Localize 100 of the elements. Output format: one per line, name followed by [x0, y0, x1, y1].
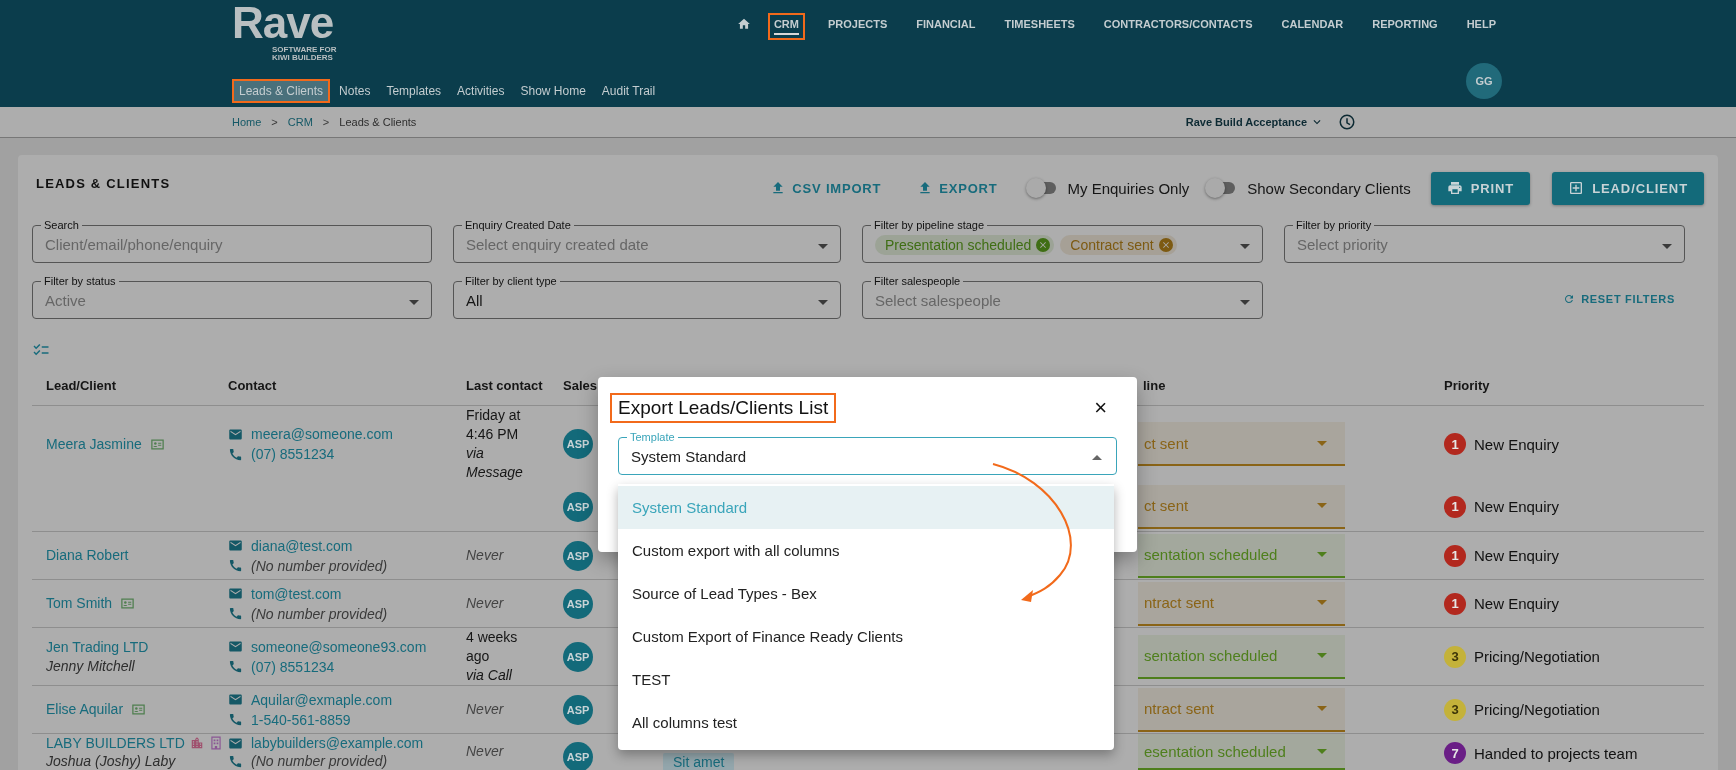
- contact-method: via Call: [466, 666, 513, 685]
- pipeline-select[interactable]: esentation scheduled: [1138, 734, 1345, 770]
- phone-icon: [228, 606, 243, 621]
- phone-link[interactable]: (07) 8551234: [251, 656, 335, 677]
- phone-text: (No number provided): [251, 604, 388, 624]
- lead-name-link[interactable]: Jen Trading LTD: [46, 637, 149, 657]
- dropdown-input[interactable]: Select priority: [1297, 236, 1656, 253]
- nav-link[interactable]: REPORTING: [1366, 13, 1444, 35]
- template-dropdown[interactable]: Template System Standard: [618, 431, 1117, 475]
- breadcrumb-separator: >: [322, 116, 330, 128]
- toggle-switch[interactable]: [1205, 180, 1236, 196]
- lead-name-link[interactable]: Tom Smith: [46, 594, 113, 613]
- sub-tab[interactable]: Notes: [332, 79, 378, 103]
- reset-filters-link[interactable]: RESET FILTERS: [1553, 289, 1685, 309]
- dropdown-option[interactable]: All columns test: [618, 701, 1114, 744]
- breadcrumb-link[interactable]: CRM: [287, 116, 313, 128]
- dropdown-input[interactable]: All: [466, 292, 812, 309]
- column-header: Sales: [563, 378, 597, 393]
- breadcrumb-link[interactable]: Home: [232, 116, 262, 128]
- envelope-icon: [228, 586, 243, 601]
- filter-chip[interactable]: Contract sent: [1060, 234, 1177, 255]
- email-link[interactable]: Aquilar@exmaple.com: [251, 689, 393, 710]
- logo-tagline: SOFTWARE FOR KIWI BUILDERS: [272, 46, 337, 62]
- chip-remove-icon[interactable]: [1036, 237, 1051, 252]
- dropdown-input[interactable]: Select enquiry created date: [466, 236, 812, 253]
- priority-label: Pricing/Negotiation: [1474, 648, 1600, 665]
- nav-link[interactable]: PROJECTS: [821, 13, 894, 35]
- dropdown-input[interactable]: Select salespeople: [875, 292, 1234, 309]
- salesperson-avatar: ASP: [563, 588, 593, 619]
- dropdown-option[interactable]: Custom Export of Finance Ready Clients: [618, 615, 1114, 658]
- nav-link[interactable]: FINANCIAL: [910, 13, 982, 35]
- filter-dropdown[interactable]: Enquiry Created Date Select enquiry created date: [453, 219, 841, 263]
- caret-icon: [1317, 600, 1327, 605]
- sub-tab[interactable]: Leads & Clients: [232, 79, 331, 103]
- pipeline-select[interactable]: ct sent: [1138, 484, 1345, 529]
- filter-dropdown[interactable]: Filter by client type All: [453, 275, 841, 319]
- phone-link[interactable]: 1-540-561-8859: [251, 709, 351, 730]
- dropdown-input[interactable]: Active: [45, 292, 403, 309]
- pipeline-select[interactable]: ntract sent: [1138, 687, 1345, 732]
- email-link[interactable]: someone@someone93.com: [251, 636, 427, 657]
- dialog-title: Export Leads/Clients List: [610, 393, 837, 423]
- dropdown-option[interactable]: Source of Lead Types - Bex: [618, 572, 1114, 615]
- nav-link[interactable]: CALENDAR: [1275, 13, 1350, 35]
- clock-icon[interactable]: [1338, 113, 1356, 131]
- priority-badge: 3: [1444, 645, 1466, 668]
- pipeline-select[interactable]: ntract sent: [1138, 581, 1345, 626]
- chip-remove-icon[interactable]: [1158, 237, 1173, 252]
- nav-link[interactable]: CRM: [767, 13, 805, 40]
- column-header: Lead/Client: [46, 378, 117, 393]
- dropdown-option[interactable]: System Standard: [618, 486, 1114, 529]
- lead-name-link[interactable]: Meera Jasmine: [46, 434, 142, 454]
- last-contact-text: Never: [466, 742, 505, 761]
- lead-client-button[interactable]: LEAD/CLIENT: [1552, 171, 1704, 205]
- sub-tab[interactable]: Show Home: [513, 79, 593, 103]
- column-header: Contact: [228, 378, 277, 393]
- user-avatar[interactable]: GG: [1466, 63, 1502, 99]
- nav-link[interactable]: TIMESHEETS: [998, 13, 1081, 35]
- search-field[interactable]: Search Client/email/phone/enquiry: [32, 219, 432, 263]
- dropdown-option[interactable]: Custom export with all columns: [618, 529, 1114, 572]
- export-link[interactable]: EXPORT: [909, 174, 1006, 202]
- priority-badge: 1: [1444, 544, 1466, 567]
- sub-tab[interactable]: Templates: [379, 79, 449, 103]
- company-selector[interactable]: Rave Build Acceptance: [1185, 115, 1324, 129]
- priority-badge: 1: [1444, 495, 1466, 518]
- email-link[interactable]: diana@test.com: [251, 535, 353, 556]
- email-link[interactable]: tom@test.com: [251, 583, 342, 604]
- phone-link[interactable]: (07) 8551234: [251, 444, 335, 464]
- csv-import-link[interactable]: CSV IMPORT: [762, 174, 890, 202]
- search-input[interactable]: Client/email/phone/enquiry: [45, 236, 419, 253]
- sub-tab[interactable]: Audit Trail: [594, 79, 663, 103]
- breadcrumb-current: Leads & Clients: [339, 116, 417, 128]
- toggle-switch[interactable]: [1025, 180, 1056, 196]
- caret-icon: [818, 244, 828, 249]
- lead-name-link[interactable]: Elise Aquilar: [46, 700, 124, 719]
- lead-name-link[interactable]: Diana Robert: [46, 546, 129, 565]
- filter-dropdown[interactable]: Filter salespeople Select salespeople: [862, 275, 1263, 319]
- nav-link[interactable]: CONTRACTORS/CONTACTS: [1097, 13, 1259, 35]
- envelope-icon: [228, 538, 243, 553]
- print-button[interactable]: PRINT: [1430, 171, 1531, 205]
- filter-dropdown[interactable]: Filter by pipeline stage Presentation scheduled Contract sent: [862, 219, 1263, 263]
- lead-name-link[interactable]: LABY BUILDERS LTD: [46, 734, 185, 752]
- caret-icon: [1240, 244, 1250, 249]
- pipeline-select[interactable]: ct sent: [1138, 422, 1345, 466]
- priority-badge: 1: [1444, 592, 1466, 615]
- filter-chip[interactable]: Presentation scheduled: [875, 234, 1055, 255]
- sub-tab[interactable]: Activities: [450, 79, 512, 103]
- home-icon[interactable]: [736, 17, 751, 31]
- nav-link[interactable]: HELP: [1460, 13, 1502, 35]
- email-link[interactable]: meera@someone.com: [251, 424, 393, 444]
- pipeline-select[interactable]: sentation scheduled: [1138, 634, 1345, 679]
- close-button[interactable]: ×: [1084, 397, 1117, 419]
- id-card-icon: [149, 436, 165, 452]
- dropdown-option[interactable]: TEST: [618, 658, 1114, 701]
- email-link[interactable]: labybuilders@example.com: [251, 734, 424, 752]
- phone-icon: [228, 558, 243, 573]
- pipeline-select[interactable]: sentation scheduled: [1138, 533, 1345, 578]
- building-icon: [189, 736, 204, 750]
- filter-dropdown[interactable]: Filter by priority Select priority: [1284, 219, 1685, 263]
- column-header: line: [1143, 378, 1166, 393]
- filter-dropdown[interactable]: Filter by status Active: [32, 275, 432, 319]
